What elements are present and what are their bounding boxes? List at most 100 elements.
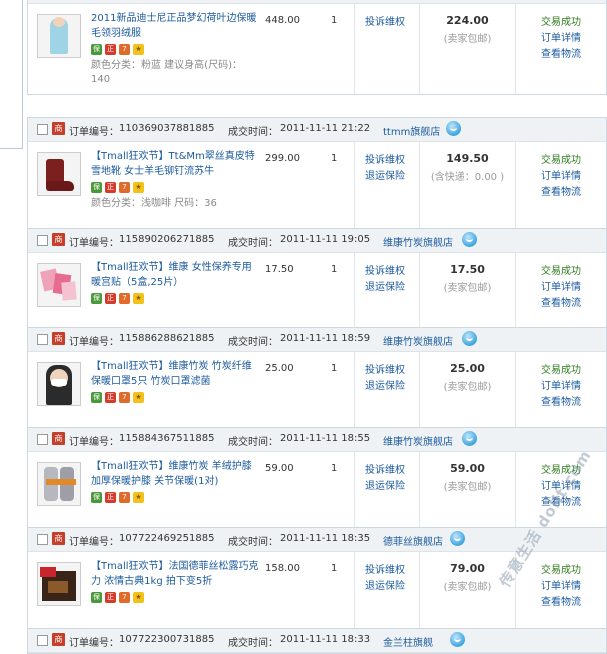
genuine-icon[interactable]: 正 bbox=[105, 392, 116, 403]
total-paid: 224.00 bbox=[446, 14, 489, 27]
order-detail-link[interactable]: 订单详情 bbox=[541, 169, 581, 185]
wangwang-chat-icon[interactable] bbox=[462, 431, 477, 446]
deal-time: 2011-11-11 19:05 bbox=[280, 234, 371, 245]
order-card: 商 订单编号： 107722300731885 成交时间： 2011-11-11… bbox=[27, 628, 607, 654]
order-detail-link[interactable]: 订单详情 bbox=[541, 31, 581, 47]
order-number-label: 订单编号： bbox=[69, 337, 119, 348]
guarantee-icon[interactable]: 保 bbox=[91, 293, 102, 304]
order-number-label: 订单编号： bbox=[69, 127, 119, 138]
rating-icon[interactable]: ★ bbox=[133, 392, 144, 403]
divider bbox=[515, 4, 516, 94]
order-detail-link[interactable]: 订单详情 bbox=[541, 280, 581, 296]
seven-day-return-icon[interactable]: 7 bbox=[119, 182, 130, 193]
shop-name-link[interactable]: 金兰柱旗舰 bbox=[383, 634, 433, 649]
rating-icon[interactable]: ★ bbox=[133, 44, 144, 55]
order-card: 商 订单编号： 115886288621885 成交时间： 2011-11-11… bbox=[27, 327, 607, 443]
order-checkbox[interactable] bbox=[37, 124, 48, 135]
guarantee-icon[interactable]: 保 bbox=[91, 492, 102, 503]
return-insurance-link[interactable]: 退运保险 bbox=[365, 169, 405, 185]
product-attributes: 颜色分类：浅咖啡 尺码：36 bbox=[91, 198, 217, 209]
rating-icon[interactable]: ★ bbox=[133, 182, 144, 193]
unit-price: 25.00 bbox=[265, 363, 294, 374]
genuine-icon[interactable]: 正 bbox=[105, 44, 116, 55]
shop-name-link[interactable]: ttmm旗舰店 bbox=[383, 123, 440, 138]
quantity: 1 bbox=[331, 563, 338, 574]
complain-link[interactable]: 投诉维权 bbox=[365, 264, 405, 280]
product-title-link[interactable]: 2011新品迪士尼正品梦幻荷叶边保暖毛领羽绒服 bbox=[91, 11, 261, 41]
view-logistics-link[interactable]: 查看物流 bbox=[541, 296, 581, 312]
genuine-icon[interactable]: 正 bbox=[105, 293, 116, 304]
order-checkbox[interactable] bbox=[37, 334, 48, 345]
product-title-link[interactable]: 【Tmall狂欢节】法国德菲丝松露巧克力 浓情古典1kg 拍下变5折 bbox=[91, 559, 261, 589]
deal-time: 2011-11-11 18:35 bbox=[280, 533, 371, 544]
product-title-link[interactable]: 【Tmall狂欢节】维康竹炭 羊绒护膝 加厚保暖护膝 关节保暖(1对) bbox=[91, 459, 261, 489]
shop-name-link[interactable]: 德菲丝旗舰店 bbox=[383, 533, 443, 548]
guarantee-icon[interactable]: 保 bbox=[91, 592, 102, 603]
product-title-link[interactable]: 【Tmall狂欢节】维康竹炭 竹炭纤维保暖口罩5只 竹炭口罩滤菌 bbox=[91, 359, 261, 389]
view-logistics-link[interactable]: 查看物流 bbox=[541, 47, 581, 63]
wangwang-chat-icon[interactable] bbox=[450, 632, 465, 647]
view-logistics-link[interactable]: 查看物流 bbox=[541, 395, 581, 411]
total-paid: 59.00 bbox=[450, 462, 485, 475]
complain-link[interactable]: 投诉维权 bbox=[365, 153, 405, 169]
rating-icon[interactable]: ★ bbox=[133, 293, 144, 304]
complain-link[interactable]: 投诉维权 bbox=[365, 563, 405, 579]
view-logistics-link[interactable]: 查看物流 bbox=[541, 185, 581, 201]
order-checkbox[interactable] bbox=[37, 534, 48, 545]
after-sale-actions: 投诉维权 退运保险 bbox=[365, 153, 405, 185]
genuine-icon[interactable]: 正 bbox=[105, 492, 116, 503]
guarantee-icon[interactable]: 保 bbox=[91, 392, 102, 403]
shop-type-icon: 商 bbox=[52, 332, 65, 345]
order-number: 107722300731885 bbox=[119, 634, 215, 645]
service-tags: 保正 7 ★ bbox=[91, 43, 147, 55]
shipping-note: (卖家包邮) bbox=[443, 34, 492, 45]
product-thumbnail[interactable] bbox=[37, 462, 81, 506]
order-header: 商 订单编号： 115884367511885 成交时间： 2011-11-11… bbox=[28, 428, 606, 452]
order-detail-link[interactable]: 订单详情 bbox=[541, 379, 581, 395]
total-paid: 25.00 bbox=[450, 362, 485, 375]
return-insurance-link[interactable]: 退运保险 bbox=[365, 579, 405, 595]
order-checkbox[interactable] bbox=[37, 235, 48, 246]
seven-day-return-icon[interactable]: 7 bbox=[119, 293, 130, 304]
rating-icon[interactable]: ★ bbox=[133, 592, 144, 603]
seven-day-return-icon[interactable]: 7 bbox=[119, 492, 130, 503]
complain-link[interactable]: 投诉维权 bbox=[365, 15, 405, 31]
service-tags: 保正 7 ★ bbox=[91, 292, 147, 304]
shop-name-link[interactable]: 维康竹炭旗舰店 bbox=[383, 234, 453, 249]
guarantee-icon[interactable]: 保 bbox=[91, 44, 102, 55]
return-insurance-link[interactable]: 退运保险 bbox=[365, 479, 405, 495]
return-insurance-link[interactable]: 退运保险 bbox=[365, 280, 405, 296]
genuine-icon[interactable]: 正 bbox=[105, 592, 116, 603]
product-title-link[interactable]: 【Tmall狂欢节】Tt&Mm翠丝真皮特雪地靴 女士羊毛铆钉流苏牛 bbox=[91, 149, 261, 179]
quantity: 1 bbox=[331, 363, 338, 374]
product-thumbnail[interactable] bbox=[37, 263, 81, 307]
total-paid: 17.50 bbox=[450, 263, 485, 276]
wangwang-chat-icon[interactable] bbox=[450, 531, 465, 546]
shop-name-link[interactable]: 维康竹炭旗舰店 bbox=[383, 333, 453, 348]
seven-day-return-icon[interactable]: 7 bbox=[119, 592, 130, 603]
product-thumbnail[interactable] bbox=[37, 562, 81, 606]
after-sale-actions: 投诉维权 退运保险 bbox=[365, 563, 405, 595]
product-thumbnail[interactable] bbox=[37, 152, 81, 196]
order-checkbox[interactable] bbox=[37, 434, 48, 445]
quantity: 1 bbox=[331, 15, 338, 26]
rating-icon[interactable]: ★ bbox=[133, 492, 144, 503]
product-thumbnail[interactable] bbox=[37, 362, 81, 406]
wangwang-chat-icon[interactable] bbox=[462, 331, 477, 346]
wangwang-chat-icon[interactable] bbox=[446, 121, 461, 136]
wangwang-chat-icon[interactable] bbox=[462, 232, 477, 247]
guarantee-icon[interactable]: 保 bbox=[91, 182, 102, 193]
complain-link[interactable]: 投诉维权 bbox=[365, 363, 405, 379]
order-number-label: 订单编号： bbox=[69, 238, 119, 249]
product-title-link[interactable]: 【Tmall狂欢节】维康 女性保养专用暖宫贴（5盒,25片） bbox=[91, 260, 261, 290]
service-tags: 保正 7 ★ bbox=[91, 491, 147, 503]
seven-day-return-icon[interactable]: 7 bbox=[119, 44, 130, 55]
product-thumbnail[interactable] bbox=[37, 14, 81, 58]
seven-day-return-icon[interactable]: 7 bbox=[119, 392, 130, 403]
genuine-icon[interactable]: 正 bbox=[105, 182, 116, 193]
deal-time: 2011-11-11 18:55 bbox=[280, 433, 371, 444]
shop-name-link[interactable]: 维康竹炭旗舰店 bbox=[383, 433, 453, 448]
return-insurance-link[interactable]: 退运保险 bbox=[365, 379, 405, 395]
complain-link[interactable]: 投诉维权 bbox=[365, 463, 405, 479]
order-number-label: 订单编号： bbox=[69, 638, 119, 649]
